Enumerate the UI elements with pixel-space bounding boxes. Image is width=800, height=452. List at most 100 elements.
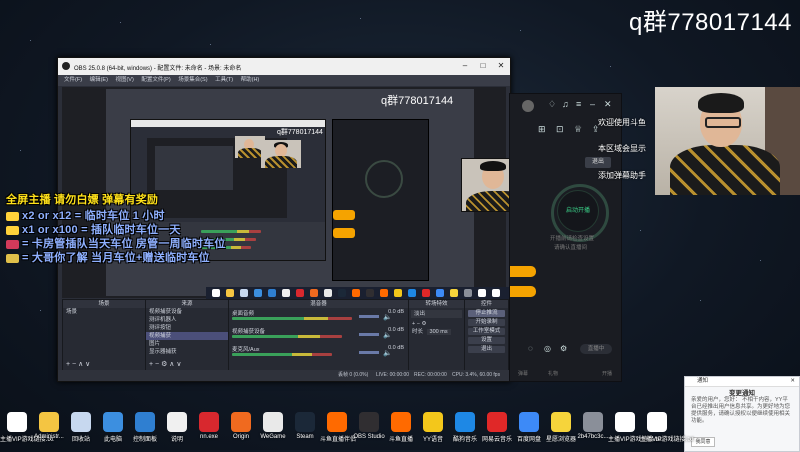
- speaker-icon[interactable]: 🔈: [383, 331, 392, 339]
- menu-tools[interactable]: 工具(T): [215, 75, 233, 86]
- speaker-icon[interactable]: 🔈: [383, 313, 392, 321]
- sources-toolbar[interactable]: + − ⚙ ∧ ∨: [149, 360, 181, 368]
- menu-edit[interactable]: 编辑(E): [90, 75, 108, 86]
- orange-tab[interactable]: [510, 286, 536, 297]
- notification-popup[interactable]: 通知 ✕ 变更通知 亲爱的用户，您好： 不相干内容，YY平台已经推出用户信息共享…: [684, 376, 800, 452]
- exit-button[interactable]: 退出: [468, 346, 505, 353]
- obs-titlebar[interactable]: OBS 25.0.8 (64-bit, windows) - 配置文件: 未命名…: [58, 58, 510, 75]
- desktop-icon[interactable]: WeGame: [256, 412, 290, 440]
- desktop-icon[interactable]: 网易云音乐: [480, 412, 514, 443]
- desktop-icon[interactable]: nn.exe: [192, 412, 226, 440]
- desktop-icon[interactable]: Administr...: [32, 412, 66, 440]
- obs-app-icon: [62, 62, 70, 70]
- desktop-icon[interactable]: 控制面板: [128, 412, 162, 443]
- orange-tab[interactable]: [510, 266, 536, 277]
- footer-label: 开播: [602, 371, 613, 377]
- desktop-icon[interactable]: 斗鱼直播伴侣: [320, 412, 356, 443]
- source-item[interactable]: 测评机器人: [146, 316, 228, 324]
- minimize-icon[interactable]: –: [590, 99, 595, 109]
- desktop-icon[interactable]: OBS Studio: [352, 412, 386, 440]
- mixer-channel-name: 视频捕获设备: [232, 329, 266, 335]
- source-item[interactable]: 视频捕获设备: [146, 308, 228, 316]
- cpu-fps: CPU: 3.4%, 60.00 fps: [452, 372, 501, 378]
- mixer-dock-title: 混音器: [229, 300, 408, 308]
- scene-item[interactable]: 场景: [63, 308, 145, 316]
- start-recording-button[interactable]: 开始录制: [468, 319, 505, 326]
- transition-select[interactable]: 淡出: [411, 310, 462, 318]
- live-time: LIVE: 00:00:00: [376, 372, 410, 378]
- hint-text: 开播前请检查设置: [550, 236, 595, 242]
- transition-add-remove[interactable]: + − ⚙: [409, 320, 464, 328]
- welcome-text: 欢迎使用斗鱼: [598, 118, 646, 127]
- desktop-icon[interactable]: YY语音: [416, 412, 450, 443]
- studio-mode-button[interactable]: 工作室模式: [468, 328, 505, 335]
- menu-scene-collection[interactable]: 场景集合(S): [178, 75, 207, 86]
- hint-text: 请确认直播间: [554, 245, 588, 251]
- desktop-icon[interactable]: 2b47bc3c...: [576, 412, 610, 440]
- shirt-icon[interactable]: ♢: [548, 99, 556, 110]
- scenes-toolbar[interactable]: + − ∧ ∨: [66, 360, 90, 368]
- speaker-icon[interactable]: 🔈: [383, 349, 392, 357]
- source-item[interactable]: 图片: [146, 340, 228, 348]
- desktop-icon[interactable]: 回收站: [64, 412, 98, 443]
- close-icon[interactable]: ✕: [604, 99, 612, 110]
- desktop-icon[interactable]: Steam: [288, 412, 322, 440]
- menu-view[interactable]: 视图(V): [115, 75, 133, 86]
- streamer-webcam: [655, 87, 800, 195]
- camera-icon[interactable]: ⊡: [556, 124, 564, 135]
- mixer-channel-name: 桌面音频: [232, 311, 255, 317]
- avatar[interactable]: [522, 100, 534, 112]
- gift-icon: [6, 211, 19, 221]
- desktop-icon[interactable]: 主播VIP游戏链接.txt: [640, 412, 694, 443]
- source-item[interactable]: 视频捕获: [146, 332, 228, 340]
- gift-icon: [6, 239, 19, 249]
- desktop-icon[interactable]: 主播VIP游戏链接.txt: [608, 412, 662, 443]
- douyu-panel[interactable]: ♢ ♫ ≡ – ✕ ⊞ ⊡ ♕ ⇪ 退出 启动开播 开播前请检查设置 请确认直播…: [509, 93, 622, 382]
- controls-dock-title: 控件: [465, 300, 508, 308]
- duration-label: 时长: [412, 329, 424, 335]
- desktop-icon[interactable]: 星愿浏览器: [544, 412, 578, 443]
- gift-box-icon[interactable]: ⊞: [538, 124, 546, 135]
- area-text: 本区域会显示: [598, 144, 646, 153]
- desktop-icon[interactable]: 酷狗音乐: [448, 412, 482, 443]
- minimize-icon[interactable]: –: [460, 61, 470, 71]
- footer-label: 礼物: [548, 371, 559, 377]
- gift-icon: [6, 253, 19, 263]
- close-icon[interactable]: ✕: [496, 61, 506, 71]
- desktop-icon[interactable]: 斗鱼直播: [384, 412, 418, 443]
- menu-file[interactable]: 文件(F): [64, 75, 82, 86]
- sources-dock: 来源 视频捕获设备 测评机器人 测评按钮 视频捕获 图片 显示器捕获 + − ⚙…: [145, 299, 229, 371]
- mixer-dock: 混音器 桌面音频 0.0 dB 🔈 视频捕获设备 0.0 dB 🔈 麦克风/Au…: [228, 299, 409, 371]
- close-icon[interactable]: ✕: [790, 377, 795, 386]
- douyu-exit-button[interactable]: 退出: [585, 157, 611, 168]
- qq-group-overlay: q群778017144: [629, 9, 792, 36]
- overlay-line: 全屏主播 请勿白嫖 弹幕有奖励: [6, 194, 159, 206]
- desktop-icon[interactable]: 说明: [160, 412, 194, 443]
- notification-body: 亲爱的用户，您好： 不相干内容，YY平台已经推出用户信息共享。为更好地为您提供服…: [691, 397, 791, 424]
- notification-title: 变更通知: [729, 390, 755, 397]
- preview-qq-overlay: q群778017144: [381, 95, 454, 107]
- desktop-icon[interactable]: 此电脑: [96, 412, 130, 443]
- source-item[interactable]: 显示器捕获: [146, 348, 228, 356]
- bell-icon[interactable]: ♫: [562, 99, 569, 109]
- source-item[interactable]: 测评按钮: [146, 324, 228, 332]
- menu-icon[interactable]: ≡: [576, 99, 581, 109]
- menu-profile[interactable]: 配置文件(P): [141, 75, 170, 86]
- desktop-icon[interactable]: Origin: [224, 412, 258, 440]
- live-status-pill[interactable]: 直播中: [580, 344, 612, 354]
- gear-icon[interactable]: ⚙: [560, 344, 567, 353]
- settings-button[interactable]: 设置: [468, 337, 505, 344]
- stop-streaming-button[interactable]: 停止推流: [468, 310, 505, 317]
- obs-statusbar: 丢帧 0 (0.0%) LIVE: 00:00:00 REC: 00:00:00…: [58, 370, 510, 381]
- maximize-icon[interactable]: □: [478, 61, 488, 71]
- menu-help[interactable]: 帮助(H): [241, 75, 260, 86]
- agree-button[interactable]: 我同意: [691, 437, 715, 447]
- settings-icon[interactable]: ◎: [544, 344, 551, 353]
- mixer-channel-name: 麦克风/Aux: [232, 347, 260, 353]
- desktop-icon[interactable]: 百度网盘: [512, 412, 546, 443]
- duration-input[interactable]: 300 ms: [426, 329, 451, 335]
- chat-icon[interactable]: ◌: [528, 344, 533, 353]
- nested-qq-overlay: q群778017144: [277, 129, 323, 136]
- trophy-icon[interactable]: ♕: [574, 124, 582, 135]
- desktop-icon[interactable]: 主播VIP游戏链接.txt: [0, 412, 54, 443]
